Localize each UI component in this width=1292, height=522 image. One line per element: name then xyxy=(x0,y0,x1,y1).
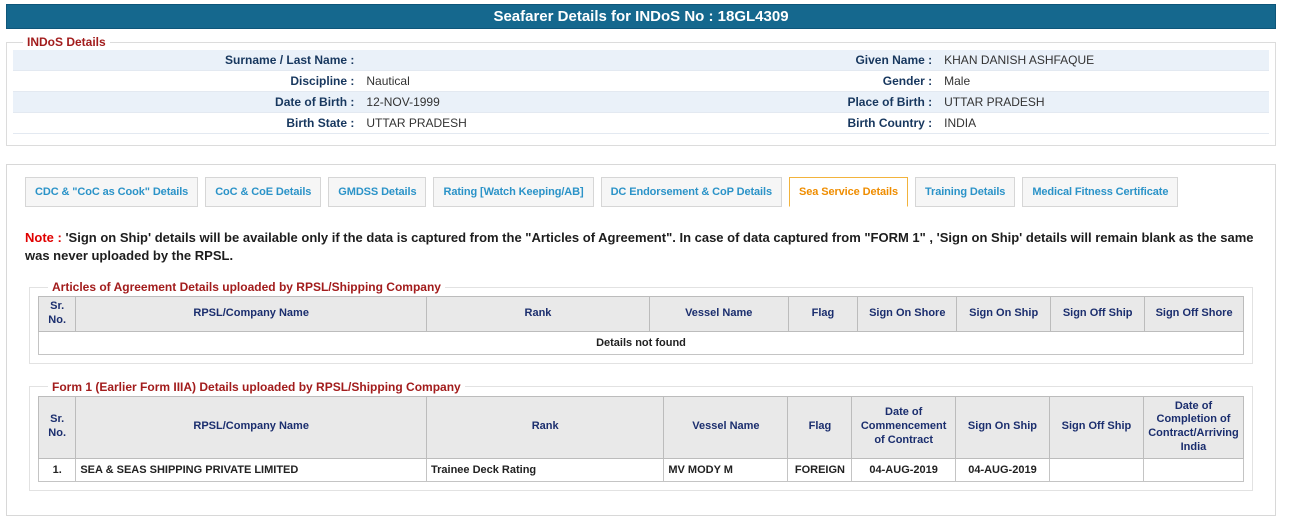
articles-of-agreement-legend: Articles of Agreement Details uploaded b… xyxy=(52,280,441,295)
col-sign-off-shore: Sign Off Shore xyxy=(1144,296,1244,332)
page-title-bar: Seafarer Details for INDoS No : 18GL4309 xyxy=(6,4,1276,29)
cell-flag: FOREIGN xyxy=(787,457,853,482)
articles-header-row: Sr. No. RPSL/Company Name Rank Vessel Na… xyxy=(37,296,1244,332)
sign-on-ship-note: Note : 'Sign on Ship' details will be av… xyxy=(25,229,1257,264)
col-rpsl-company-name: RPSL/Company Name xyxy=(75,296,427,332)
col-sign-off-ship: Sign Off Ship xyxy=(1048,395,1144,459)
discipline-label: Discipline : xyxy=(290,74,355,88)
form1-section: Form 1 (Earlier Form IIIA) Details uploa… xyxy=(29,379,1253,491)
form1-data-row: 1. SEA & SEAS SHIPPING PRIVATE LIMITED T… xyxy=(37,457,1245,482)
tab-dc-endorsement-cop[interactable]: DC Endorsement & CoP Details xyxy=(600,177,782,207)
cell-date-of-commencement: 04-AUG-2019 xyxy=(851,457,956,482)
col-sign-on-ship: Sign On Ship xyxy=(956,296,1052,332)
col-flag: Flag xyxy=(787,395,853,459)
tab-gmdss[interactable]: GMDSS Details xyxy=(328,177,427,207)
gender-label: Gender : xyxy=(882,74,933,88)
detail-row-discipline: Discipline : Nautical Gender : Male xyxy=(13,71,1269,92)
col-sr-no: Sr. No. xyxy=(37,296,77,332)
col-sign-on-shore: Sign On Shore xyxy=(857,296,958,332)
tab-strip: CDC & "CoC as Cook" Details CoC & CoE De… xyxy=(25,177,1257,207)
cell-sign-on-ship: 04-AUG-2019 xyxy=(954,457,1050,482)
col-vessel-name: Vessel Name xyxy=(663,395,789,459)
articles-of-agreement-table: Sr. No. RPSL/Company Name Rank Vessel Na… xyxy=(37,296,1244,355)
birth-country-value: INDIA xyxy=(944,116,977,130)
place-of-birth-value: UTTAR PRADESH xyxy=(944,95,1045,109)
surname-label: Surname / Last Name : xyxy=(225,53,355,67)
cell-sr-no: 1. xyxy=(37,457,77,482)
col-flag: Flag xyxy=(787,296,859,332)
page-title: Seafarer Details for INDoS No : 18GL4309 xyxy=(493,8,789,25)
tab-coc-coe[interactable]: CoC & CoE Details xyxy=(205,177,322,207)
detail-row-name: Surname / Last Name : Given Name : KHAN … xyxy=(13,50,1269,71)
col-sign-off-ship: Sign Off Ship xyxy=(1050,296,1146,332)
page: Seafarer Details for INDoS No : 18GL4309… xyxy=(0,0,1292,522)
date-of-birth-value: 12-NOV-1999 xyxy=(366,95,440,109)
col-date-of-commencement: Date of Commencement of Contract xyxy=(851,395,956,459)
discipline-value: Nautical xyxy=(366,74,410,88)
cell-date-of-completion xyxy=(1142,457,1245,482)
tab-sea-service[interactable]: Sea Service Details xyxy=(788,177,908,207)
birth-country-label: Birth Country : xyxy=(847,116,933,130)
tab-medical-fitness[interactable]: Medical Fitness Certificate xyxy=(1022,177,1179,207)
tab-rating-watch-keeping[interactable]: Rating [Watch Keeping/AB] xyxy=(433,177,594,207)
articles-of-agreement-section: Articles of Agreement Details uploaded b… xyxy=(29,280,1253,364)
tab-training[interactable]: Training Details xyxy=(915,177,1016,207)
col-rank: Rank xyxy=(426,296,650,332)
note-prefix: Note : xyxy=(25,230,62,245)
birth-state-value: UTTAR PRADESH xyxy=(366,116,467,130)
given-name-label: Given Name : xyxy=(855,53,933,67)
tab-cdc-coc-as-cook[interactable]: CDC & "CoC as Cook" Details xyxy=(25,177,199,207)
col-sign-on-ship: Sign On Ship xyxy=(954,395,1050,459)
cell-rank: Trainee Deck Rating xyxy=(425,457,665,482)
cell-vessel-name: MV MODY M xyxy=(663,457,789,482)
fieldset-spacer xyxy=(13,134,1269,140)
articles-empty-row: Details not found xyxy=(38,330,1244,355)
indos-details-section: INDoS Details Surname / Last Name : Give… xyxy=(6,35,1276,146)
form1-header-row: Sr. No. RPSL/Company Name Rank Vessel Na… xyxy=(37,395,1245,459)
detail-row-state: Birth State : UTTAR PRADESH Birth Countr… xyxy=(13,113,1269,134)
birth-state-label: Birth State : xyxy=(286,116,355,130)
given-name-value: KHAN DANISH ASHFAQUE xyxy=(944,53,1095,67)
place-of-birth-label: Place of Birth : xyxy=(847,95,933,109)
indos-details-legend: INDoS Details xyxy=(27,35,106,49)
form1-legend: Form 1 (Earlier Form IIIA) Details uploa… xyxy=(52,379,461,394)
cell-rpsl-company-name: SEA & SEAS SHIPPING PRIVATE LIMITED xyxy=(75,457,427,482)
detail-row-birth: Date of Birth : 12-NOV-1999 Place of Bir… xyxy=(13,92,1269,113)
gender-value: Male xyxy=(944,74,971,88)
tab-content-panel: CDC & "CoC as Cook" Details CoC & CoE De… xyxy=(6,164,1276,516)
col-rpsl-company-name: RPSL/Company Name xyxy=(75,395,427,459)
cell-sign-off-ship xyxy=(1048,457,1144,482)
col-sr-no: Sr. No. xyxy=(37,395,77,459)
col-rank: Rank xyxy=(425,395,665,459)
form1-table: Sr. No. RPSL/Company Name Rank Vessel Na… xyxy=(37,395,1245,482)
col-date-of-completion: Date of Completion of Contract/Arriving … xyxy=(1142,395,1245,459)
date-of-birth-label: Date of Birth : xyxy=(275,95,355,109)
note-text: 'Sign on Ship' details will be available… xyxy=(25,230,1254,263)
details-not-found-message: Details not found xyxy=(38,330,1244,355)
col-vessel-name: Vessel Name xyxy=(648,296,789,332)
